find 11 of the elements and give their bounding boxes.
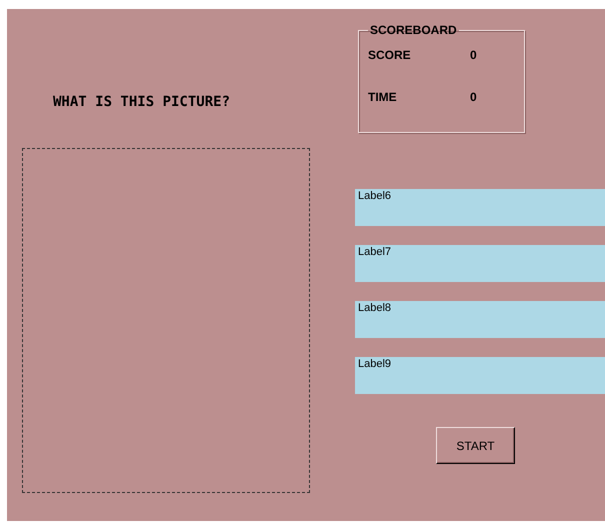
question-title: WHAT IS THIS PICTURE? <box>53 93 232 111</box>
stat-label: SCORE <box>368 47 412 64</box>
stat-label: TIME <box>368 89 398 106</box>
answer-label[interactable]: Label8 <box>355 301 605 338</box>
stat-value: 0 <box>470 89 477 106</box>
scoreboard-title: SCOREBOARD <box>369 22 458 39</box>
start-button[interactable]: START <box>436 427 515 464</box>
answer-label[interactable]: Label9 <box>355 357 605 394</box>
stat-value: 0 <box>470 47 477 64</box>
answer-label[interactable]: Label7 <box>355 245 605 282</box>
answer-label[interactable]: Label6 <box>355 189 605 226</box>
